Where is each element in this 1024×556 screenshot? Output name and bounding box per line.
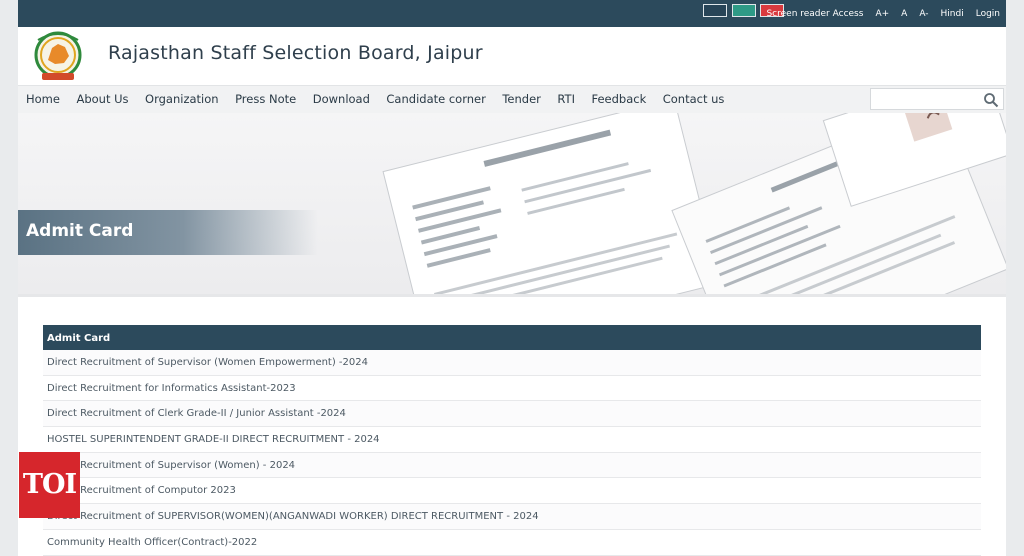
nav-item-feedback[interactable]: Feedback [591, 92, 646, 106]
admit-card-documents-illustration [382, 113, 1006, 294]
table-row[interactable]: Direct Recruitment for Informatics Assis… [43, 375, 981, 402]
site-title: Rajasthan Staff Selection Board, Jaipur [108, 42, 483, 64]
font-decrease-link[interactable]: A- [919, 9, 928, 19]
site-header: Rajasthan Staff Selection Board, Jaipur [18, 27, 1006, 85]
search-input[interactable] [871, 91, 979, 112]
table-row[interactable]: Direct Recruitment of Computor 2023 [43, 478, 981, 505]
nav-item-candidate-corner[interactable]: Candidate corner [386, 92, 485, 106]
admit-card-table: Admit Card Direct Recruitment of Supervi… [43, 325, 981, 556]
nav-item-rti[interactable]: RTI [557, 92, 575, 106]
table-row[interactable]: Direct Recruitment of Supervisor (Women)… [43, 452, 981, 479]
main-nav: Home About Us Organization Press Note Do… [18, 85, 1006, 113]
emblem-logo-icon[interactable] [28, 30, 88, 82]
font-normal-link[interactable]: A [901, 9, 907, 19]
banner-title: Admit Card [26, 221, 134, 241]
table-body: Direct Recruitment of Supervisor (Women … [43, 350, 981, 556]
table-row[interactable]: Direct Recruitment of SUPERVISOR(WOMEN)(… [43, 504, 981, 530]
table-row[interactable]: Community Health Officer(Contract)-2022 [43, 529, 981, 556]
nav-item-contact-us[interactable]: Contact us [663, 92, 725, 106]
login-link[interactable]: Login [976, 9, 1000, 19]
nav-item-home[interactable]: Home [26, 92, 60, 106]
page: Screen reader Access A+ A A- Hindi Login… [18, 0, 1006, 556]
theme-swatch-dark[interactable] [703, 4, 727, 17]
font-increase-link[interactable]: A+ [875, 9, 889, 19]
nav-item-organization[interactable]: Organization [145, 92, 219, 106]
table-row[interactable]: HOSTEL SUPERINTENDENT GRADE-II DIRECT RE… [43, 427, 981, 453]
hindi-link[interactable]: Hindi [941, 9, 964, 19]
toi-watermark-logo: TOI [19, 452, 80, 518]
nav-item-press-note[interactable]: Press Note [235, 92, 296, 106]
table-row[interactable]: Direct Recruitment of Clerk Grade-II / J… [43, 401, 981, 428]
search-icon[interactable] [983, 92, 999, 108]
table-row[interactable]: Direct Recruitment of Supervisor (Women … [43, 350, 981, 376]
accessibility-bar: Screen reader Access A+ A A- Hindi Login [18, 0, 1006, 27]
nav-item-tender[interactable]: Tender [502, 92, 541, 106]
nav-item-about-us[interactable]: About Us [76, 92, 128, 106]
table-header: Admit Card [43, 325, 981, 350]
screen-reader-link[interactable]: Screen reader Access [766, 9, 863, 19]
page-banner: Admit Card [18, 113, 1006, 297]
accessibility-links: Screen reader Access A+ A A- Hindi Login [766, 9, 1000, 19]
banner-label: Admit Card [18, 210, 318, 255]
theme-swatch-green[interactable] [732, 4, 756, 17]
nav-item-download[interactable]: Download [313, 92, 370, 106]
search-box [870, 88, 1004, 112]
